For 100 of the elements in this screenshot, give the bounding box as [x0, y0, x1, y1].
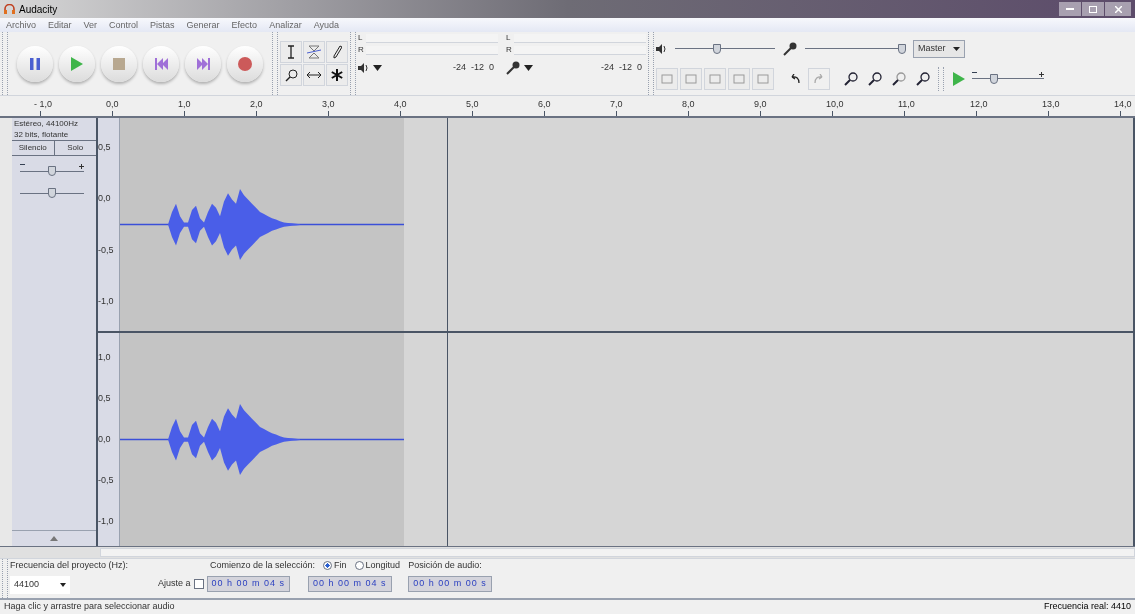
plus-icon — [79, 164, 84, 169]
field-label: Comienzo de la selección: — [210, 559, 316, 572]
slider[interactable] — [675, 41, 775, 56]
slider[interactable] — [20, 186, 84, 200]
amplitude-label: -0,5 — [98, 245, 115, 255]
time-field[interactable]: 00 h 00 m 04 s — [308, 575, 392, 592]
horizontal-scrollbar[interactable] — [100, 548, 1135, 557]
amplitude-label: -1,0 — [98, 296, 115, 306]
toolbar-grip[interactable] — [2, 32, 8, 95]
end-button[interactable] — [185, 45, 221, 82]
multi-tool[interactable] — [326, 64, 348, 86]
slider[interactable] — [805, 41, 905, 56]
selected-region[interactable] — [120, 333, 404, 546]
slider-thumb[interactable] — [898, 43, 906, 54]
status-text: Haga clic y arrastre para seleccionar audio — [4, 600, 175, 614]
time-shift-tool[interactable] — [303, 64, 325, 86]
maximize-button[interactable] — [1082, 2, 1104, 16]
rate-dropdown[interactable]: 44100 — [10, 575, 70, 594]
radio-button[interactable] — [323, 561, 333, 571]
pause-button[interactable] — [17, 45, 53, 82]
toolbar-grip[interactable] — [648, 32, 654, 95]
dropdown-arrow-icon — [953, 46, 960, 51]
status-rate: Frecuencia real: 4410 — [1043, 600, 1131, 614]
ruler-label: 10,0 — [826, 100, 844, 109]
track-info-text: 32 bits, flotante — [13, 129, 70, 140]
minimize-button[interactable] — [1059, 2, 1081, 16]
slider-thumb[interactable] — [48, 166, 56, 176]
triangle-icon — [50, 536, 58, 541]
source-dropdown[interactable]: Master — [913, 39, 965, 58]
play-button[interactable] — [59, 45, 95, 82]
magnifier-icon — [916, 71, 930, 86]
ruler-label: 3,0 — [322, 100, 335, 109]
meter-scale-label: -24 — [600, 61, 614, 75]
draw-tool[interactable] — [326, 41, 348, 63]
headphones-icon — [4, 4, 15, 14]
selected-region[interactable] — [120, 118, 404, 331]
amplitude-label: -0,5 — [98, 476, 115, 485]
menu-item[interactable]: Editar — [48, 20, 72, 30]
ruler-label: 0,0 — [106, 100, 119, 109]
asterisk-icon — [331, 69, 343, 81]
toolbar-grip[interactable] — [938, 66, 944, 91]
amplitude-label: 1,0 — [98, 353, 112, 362]
field-label: Posición de audio: — [408, 559, 483, 572]
redo-icon — [813, 73, 825, 84]
minus-icon — [972, 71, 977, 73]
solo-button[interactable]: Solo — [54, 141, 96, 155]
slider[interactable] — [972, 71, 1044, 86]
menu-item[interactable]: Generar — [186, 20, 220, 30]
channel-label: R — [358, 46, 365, 54]
slider-thumb[interactable] — [713, 43, 721, 54]
amplitude-label: 0,0 — [98, 194, 112, 204]
slider-thumb[interactable] — [989, 73, 998, 84]
radio-option[interactable]: Fin — [323, 559, 347, 573]
menu-item[interactable]: Archivo — [6, 20, 36, 30]
dropdown-arrow-icon[interactable] — [524, 65, 533, 71]
meter-scale-label: -12 — [470, 61, 484, 75]
undo-icon — [789, 73, 801, 84]
zoom-tool[interactable] — [280, 64, 302, 86]
plus-icon — [1039, 71, 1044, 77]
slider[interactable] — [20, 164, 84, 178]
radio-button[interactable] — [354, 561, 364, 571]
toolbar-grip[interactable] — [272, 32, 278, 95]
menu-item[interactable]: Pistas — [150, 20, 175, 30]
toolbar-grip[interactable] — [350, 32, 356, 95]
magnifier-icon — [892, 71, 906, 86]
envelope-tool[interactable] — [303, 41, 325, 63]
ruler-label: 11,0 — [898, 100, 915, 109]
ruler-label: 14,0 — [1114, 100, 1132, 109]
radio-option[interactable]: Longitud — [354, 559, 401, 573]
speaker-icon — [358, 63, 369, 73]
menu-item[interactable]: Analizar — [269, 20, 302, 30]
mute-button[interactable]: Silencio — [12, 141, 55, 155]
ruler-label: 7,0 — [610, 100, 623, 109]
menu-item[interactable]: Efecto — [231, 20, 258, 30]
selection-tool[interactable] — [280, 41, 302, 63]
record-button[interactable] — [227, 45, 263, 82]
speaker-icon — [656, 43, 667, 54]
menu-item[interactable]: Ayuda — [313, 20, 339, 30]
amplitude-label: 0,5 — [98, 143, 112, 153]
menu-item[interactable]: Ver — [83, 20, 98, 30]
ruler-label: 1,0 — [178, 100, 191, 109]
dropdown-arrow-icon[interactable] — [373, 65, 382, 71]
stop-button[interactable] — [101, 45, 137, 82]
ruler-label: 8,0 — [682, 100, 695, 109]
time-field[interactable]: 00 h 00 m 04 s — [206, 575, 291, 592]
magnifier-icon — [844, 71, 858, 86]
microphone-icon — [506, 61, 520, 75]
checkbox[interactable] — [193, 578, 204, 589]
slider-thumb[interactable] — [48, 188, 56, 198]
track-info-text: Estéreo, 44100Hz — [13, 118, 80, 129]
magnifier-icon — [868, 71, 882, 86]
pencil-icon — [332, 45, 342, 59]
ruler-label: 4,0 — [394, 100, 407, 109]
menu-item[interactable]: Control — [109, 20, 139, 30]
start-button[interactable] — [143, 45, 179, 82]
play-icon — [953, 71, 965, 86]
time-field[interactable]: 00 h 00 m 00 s — [408, 575, 492, 592]
close-button[interactable] — [1105, 2, 1131, 16]
skip-start-icon — [154, 57, 168, 70]
play-icon — [71, 56, 83, 71]
